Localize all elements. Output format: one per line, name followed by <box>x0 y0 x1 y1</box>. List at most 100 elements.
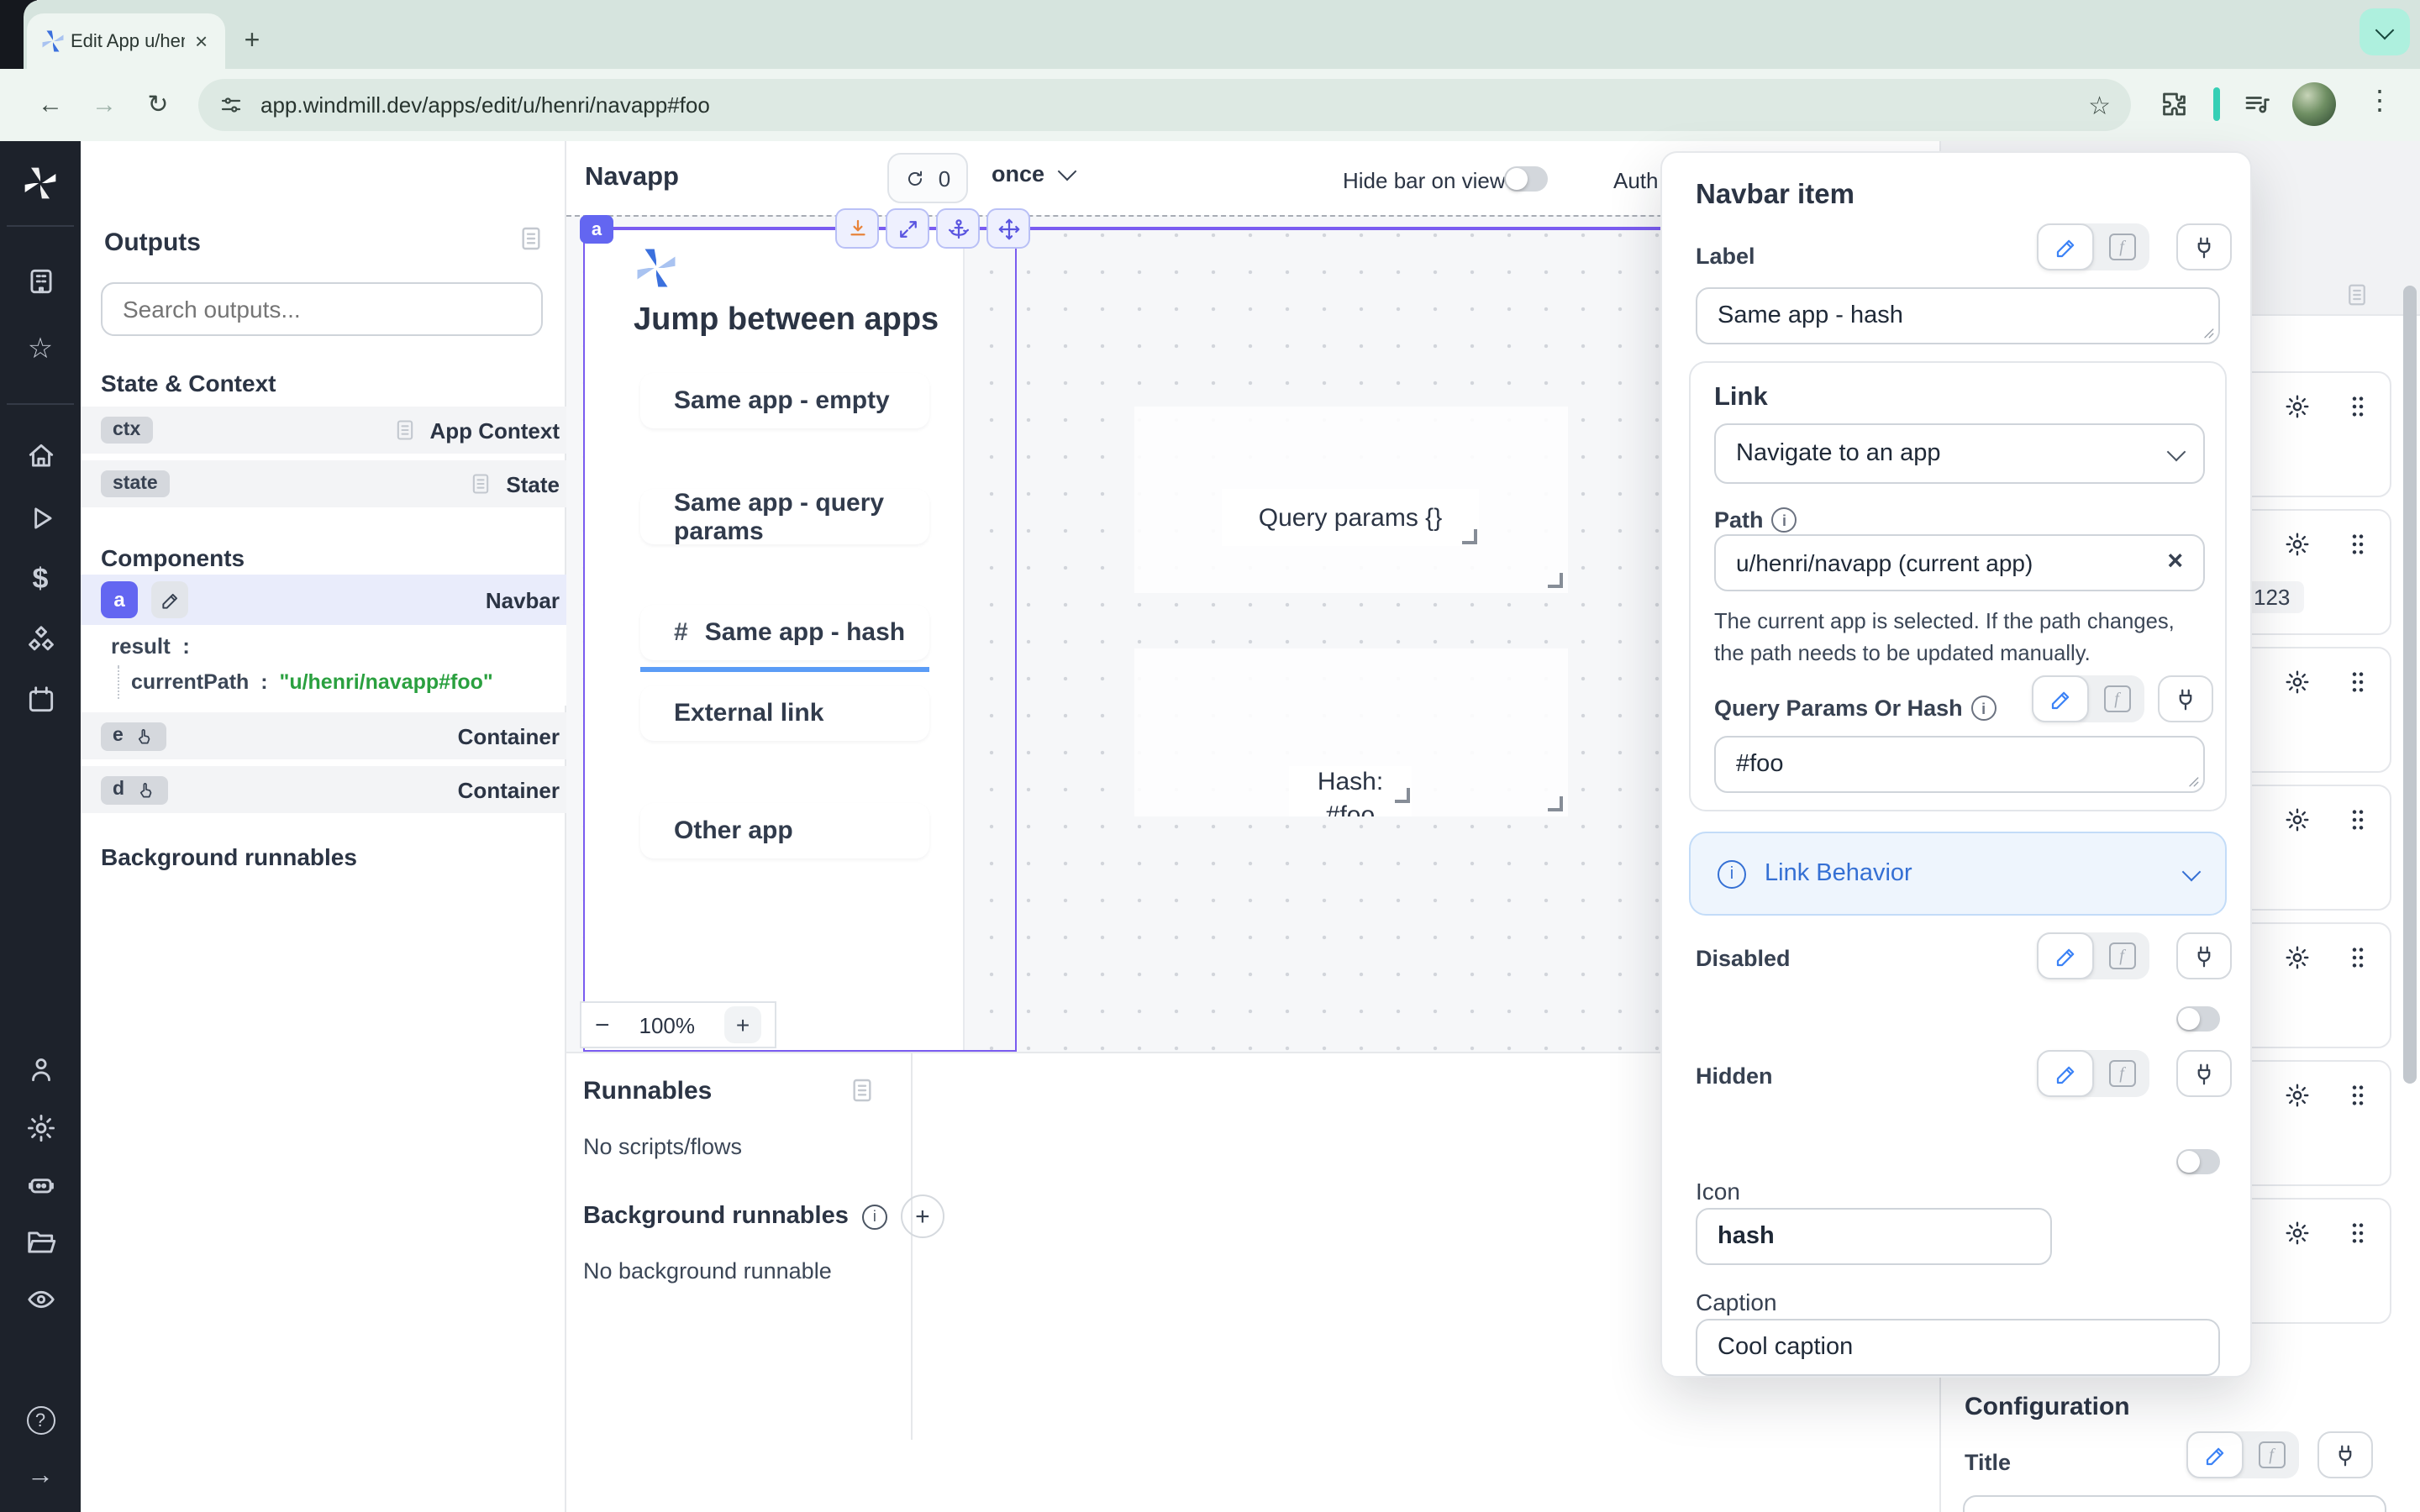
windmill-logo[interactable] <box>22 165 59 202</box>
new-tab-button[interactable]: + <box>232 22 272 62</box>
static-mode-button[interactable] <box>2186 1431 2244 1478</box>
qph-textarea[interactable]: #foo <box>1714 736 2205 793</box>
component-move-button[interactable] <box>986 208 1030 249</box>
hash-container[interactable]: Hash: #foo <box>1134 648 1568 816</box>
browser-tab[interactable]: Edit App u/henri/navapp | Win × <box>27 13 225 69</box>
clear-path-icon[interactable]: × <box>2167 548 2183 578</box>
sidebar-item-variables[interactable]: $ <box>0 563 81 596</box>
bookmark-star-icon[interactable]: ☆ <box>2088 90 2111 120</box>
static-mode-button[interactable] <box>2037 1050 2094 1097</box>
drag-handle-icon[interactable] <box>2344 806 2371 833</box>
sidebar-item-audit[interactable] <box>0 1284 81 1315</box>
resize-corner[interactable] <box>1395 788 1410 803</box>
reload-button[interactable]: ↻ <box>134 81 182 128</box>
media-controls-icon[interactable] <box>2242 89 2272 119</box>
caption-input[interactable]: Cool caption <box>1696 1319 2220 1376</box>
component-anchor-button[interactable] <box>936 208 980 249</box>
nav-item-other-app[interactable]: Other app <box>640 803 929 858</box>
drag-handle-icon[interactable] <box>2344 1220 2371 1247</box>
drag-handle-icon[interactable] <box>2344 531 2371 558</box>
edit-id-button[interactable] <box>151 581 188 618</box>
url-text[interactable]: app.windmill.dev/apps/edit/u/henri/navap… <box>260 92 2071 118</box>
static-mode-button[interactable] <box>2032 675 2089 722</box>
link-behavior-accordion[interactable]: i Link Behavior <box>1689 832 2227 916</box>
icon-input[interactable]: hash <box>1696 1208 2052 1265</box>
nav-item-external-link[interactable]: External link <box>640 685 929 741</box>
eval-mode-button[interactable]: f <box>2244 1441 2299 1468</box>
zoom-out-button[interactable]: − <box>595 1011 610 1039</box>
hash-text[interactable]: Hash: #foo <box>1289 766 1412 816</box>
drag-handle-icon[interactable] <box>2344 669 2371 696</box>
gear-icon[interactable] <box>2284 393 2311 420</box>
omnibox[interactable]: app.windmill.dev/apps/edit/u/henri/navap… <box>198 79 2131 131</box>
gear-icon[interactable] <box>2284 669 2311 696</box>
sidebar-item-schedules[interactable] <box>0 684 81 716</box>
nav-item-empty[interactable]: Same app - empty <box>640 373 929 428</box>
configuration-title-input[interactable]: Jump between apps <box>1963 1495 2386 1512</box>
nav-item-query-params[interactable]: Same app - query params <box>640 489 929 544</box>
avatar[interactable] <box>2292 82 2336 126</box>
component-fullsize-button[interactable] <box>886 208 929 249</box>
zoom-in-button[interactable]: + <box>724 1006 761 1043</box>
search-outputs-input[interactable] <box>101 282 543 336</box>
gear-icon[interactable] <box>2284 1082 2311 1109</box>
run-mode-select[interactable]: once <box>992 161 1073 186</box>
sidebar-item-home[interactable] <box>0 440 81 472</box>
gear-icon[interactable] <box>2284 806 2311 833</box>
doc-icon[interactable] <box>2344 282 2370 307</box>
resize-corner[interactable] <box>1548 796 1563 811</box>
state-row[interactable]: state State <box>81 460 607 507</box>
query-params-container[interactable]: Query params {} <box>1134 407 1568 593</box>
add-bg-runnable-button[interactable]: + <box>901 1194 944 1238</box>
resize-grip-icon[interactable] <box>2200 324 2215 339</box>
disabled-toggle[interactable] <box>2176 1006 2220 1032</box>
hide-bar-toggle[interactable] <box>1504 166 1548 192</box>
eval-mode-button[interactable]: f <box>2094 234 2149 260</box>
gear-icon[interactable] <box>2284 944 2311 971</box>
back-button[interactable]: ← <box>27 81 74 128</box>
tab-search-button[interactable] <box>2360 8 2410 55</box>
sidebar-item-folders[interactable] <box>0 1226 81 1258</box>
info-icon[interactable]: i <box>1772 507 1797 533</box>
site-settings-icon[interactable] <box>218 92 244 118</box>
gear-icon[interactable] <box>2284 531 2311 558</box>
browser-menu-icon[interactable]: ⋮ <box>2366 84 2393 118</box>
resize-grip-icon[interactable] <box>2185 773 2200 788</box>
extensions-icon[interactable] <box>2158 89 2188 119</box>
info-icon[interactable]: i <box>1971 696 1996 721</box>
container-e-row[interactable]: e Container <box>81 712 607 759</box>
sidebar-item-runs[interactable] <box>0 502 81 534</box>
scrollbar-thumb[interactable] <box>2403 286 2417 1084</box>
qph-connect-button[interactable] <box>2158 675 2213 722</box>
resize-corner[interactable] <box>1548 573 1563 588</box>
label-connect-button[interactable] <box>2176 223 2232 270</box>
hidden-connect-button[interactable] <box>2176 1050 2232 1097</box>
query-params-text[interactable]: Query params {} <box>1222 489 1479 546</box>
sidebar-item-help[interactable]: ? <box>0 1406 81 1435</box>
gear-icon[interactable] <box>2284 1220 2311 1247</box>
drag-handle-icon[interactable] <box>2344 944 2371 971</box>
sidebar-item-workers[interactable] <box>0 1169 81 1201</box>
container-d-row[interactable]: d Container <box>81 766 607 813</box>
sidebar-item-favorites[interactable]: ☆ <box>0 333 81 366</box>
sidebar-collapse-button[interactable]: → <box>0 1462 81 1492</box>
refresh-counter[interactable]: 0 <box>887 153 968 203</box>
sidebar-item-users[interactable] <box>0 1053 81 1085</box>
drag-handle-icon[interactable] <box>2344 1082 2371 1109</box>
static-mode-button[interactable] <box>2037 932 2094 979</box>
runnables-doc-icon[interactable] <box>849 1077 876 1104</box>
nav-item-hash[interactable]: #Same app - hash <box>640 605 929 660</box>
sidebar-item-settings[interactable] <box>0 1112 81 1144</box>
label-textarea[interactable]: Same app - hash <box>1696 287 2220 344</box>
hidden-toggle[interactable] <box>2176 1149 2220 1174</box>
forward-button[interactable]: → <box>81 81 128 128</box>
sidebar-item-resources[interactable] <box>0 623 81 655</box>
eval-mode-button[interactable]: f <box>2094 1060 2149 1087</box>
path-input[interactable]: u/henri/navapp (current app) × <box>1714 534 2205 591</box>
eval-mode-button[interactable]: f <box>2094 942 2149 969</box>
eval-mode-button[interactable]: f <box>2089 685 2144 712</box>
tab-close-icon[interactable]: × <box>195 29 208 54</box>
ctx-row[interactable]: ctx App Context <box>81 407 607 454</box>
drag-handle-icon[interactable] <box>2344 393 2371 420</box>
disabled-connect-button[interactable] <box>2176 932 2232 979</box>
